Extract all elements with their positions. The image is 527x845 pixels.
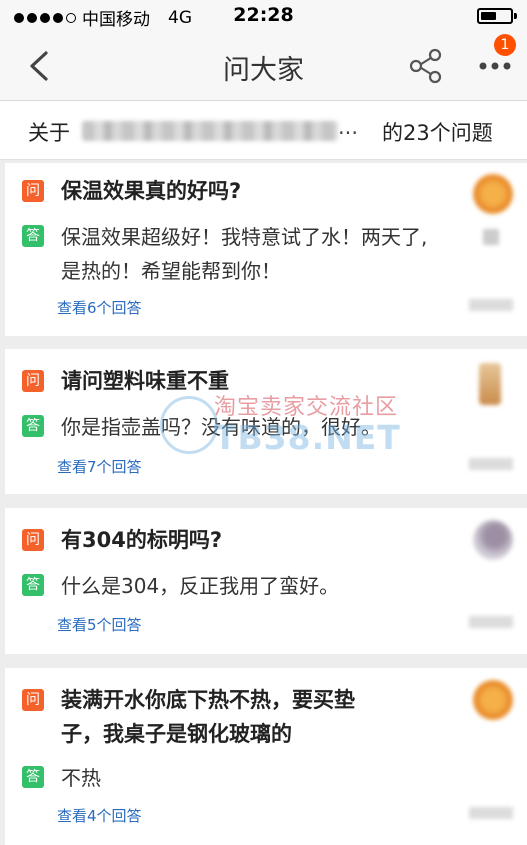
avatar <box>473 174 513 214</box>
question-card[interactable]: 问 装满开水你底下热不热，要买垫 子，我桌子是钢化玻璃的 答 不热 查看4个回答 <box>5 668 527 845</box>
avatar <box>479 363 501 405</box>
blurred-date <box>469 807 513 819</box>
question-tag: 问 <box>22 529 44 551</box>
answer-text-line: 什么是304，反正我用了蛮好。 <box>61 574 340 598</box>
view-answers-link[interactable]: 查看4个回答 <box>57 805 142 826</box>
product-question-summary: 关于 ... 的23个问题 <box>0 101 527 160</box>
question-card[interactable]: 问 保温效果真的好吗? 答 保温效果超级好！我特意试了水！两天了, 是热的！希望… <box>5 163 527 336</box>
answer-text-line: 保温效果超级好！我特意试了水！两天了, <box>61 225 428 249</box>
about-prefix: 关于 <box>28 121 70 145</box>
question-tag: 问 <box>22 180 44 202</box>
answer-tag: 答 <box>22 574 44 596</box>
answer-tag: 答 <box>22 225 44 247</box>
question-text[interactable]: 请问塑料味重不重 <box>61 364 229 398</box>
avatar <box>473 680 513 720</box>
view-answers-link[interactable]: 查看7个回答 <box>57 456 142 477</box>
question-card[interactable]: 问 有304的标明吗? 答 什么是304，反正我用了蛮好。 查看5个回答 <box>5 508 527 654</box>
status-bar: 中国移动 4G 22:28 <box>0 0 527 32</box>
view-answers-link[interactable]: 查看6个回答 <box>57 297 142 318</box>
answer-tag: 答 <box>22 415 44 437</box>
share-icon[interactable] <box>408 48 444 84</box>
battery-fill <box>481 12 496 20</box>
answer-text-line: 不热 <box>61 766 101 790</box>
nav-bar: 问大家 1 <box>0 32 527 101</box>
question-text-line[interactable]: 装满开水你底下热不热，要买垫 <box>61 683 355 717</box>
answer-tag: 答 <box>22 766 44 788</box>
question-tag: 问 <box>22 689 44 711</box>
question-count: 的23个问题 <box>382 121 493 145</box>
page-title: 问大家 <box>223 55 304 86</box>
answer-text-line: 是热的！希望能帮到你！ <box>61 259 281 283</box>
question-text[interactable]: 保温效果真的好吗? <box>61 174 241 208</box>
question-text[interactable]: 有304的标明吗? <box>61 523 222 557</box>
answerer-avatar <box>483 229 499 245</box>
question-text-line[interactable]: 子，我桌子是钢化玻璃的 <box>61 717 292 751</box>
about-ellipsis: ... <box>338 115 359 139</box>
watermark-text: 淘宝卖家交流社区 <box>214 395 399 420</box>
battery-icon <box>477 8 517 24</box>
view-answers-link[interactable]: 查看5个回答 <box>57 614 142 635</box>
notification-badge[interactable]: 1 <box>494 34 516 56</box>
blurred-product-name <box>82 121 338 141</box>
blurred-date <box>469 616 513 628</box>
clock: 22:28 <box>233 4 294 26</box>
avatar <box>473 520 513 560</box>
blurred-date <box>469 458 513 470</box>
watermark-logo-icon <box>160 396 218 454</box>
question-tag: 问 <box>22 370 44 392</box>
more-icon[interactable] <box>478 58 512 74</box>
watermark-domain: TB38.NET <box>214 418 401 457</box>
blurred-date <box>469 299 513 311</box>
